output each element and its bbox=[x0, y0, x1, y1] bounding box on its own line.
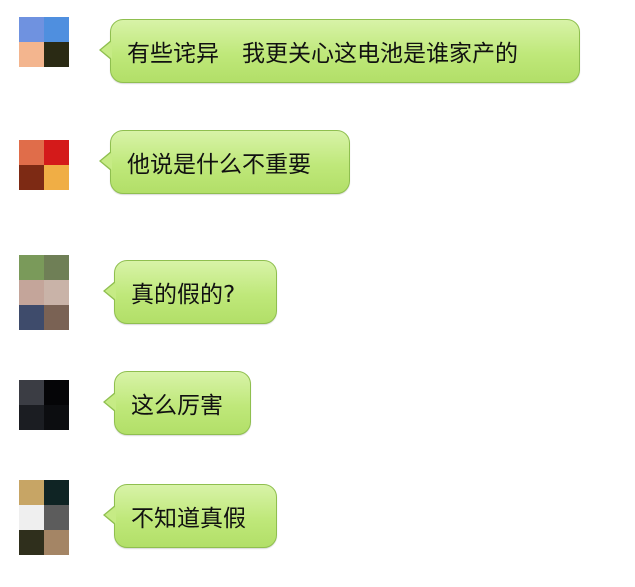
message-bubble[interactable]: 有些诧异 我更关心这电池是谁家产的 bbox=[99, 19, 580, 83]
avatar-pixel bbox=[19, 255, 44, 280]
avatar-pixel bbox=[44, 505, 69, 530]
avatar[interactable] bbox=[19, 480, 69, 555]
avatar[interactable] bbox=[19, 140, 69, 190]
avatar-pixel bbox=[19, 42, 44, 67]
avatar[interactable] bbox=[19, 17, 69, 67]
avatar-pixel bbox=[44, 255, 69, 280]
avatar[interactable] bbox=[19, 255, 69, 330]
avatar-pixel bbox=[19, 505, 44, 530]
avatar-pixel bbox=[44, 530, 69, 555]
avatar-pixel bbox=[44, 480, 69, 505]
avatar-pixel bbox=[19, 165, 44, 190]
avatar-pixel bbox=[19, 405, 44, 430]
avatar-pixel bbox=[19, 305, 44, 330]
avatar-pixel bbox=[19, 530, 44, 555]
message-bubble[interactable]: 这么厉害 bbox=[103, 371, 251, 435]
message-text: 不知道真假 bbox=[131, 506, 246, 532]
avatar-pixel bbox=[19, 480, 44, 505]
avatar-pixel bbox=[44, 165, 69, 190]
avatar-pixel bbox=[44, 305, 69, 330]
message-text: 真的假的? bbox=[131, 282, 236, 308]
avatar-pixel bbox=[19, 380, 44, 405]
avatar-pixel bbox=[19, 140, 44, 165]
avatar-pixel bbox=[19, 17, 44, 42]
message-text: 有些诧异 我更关心这电池是谁家产的 bbox=[127, 41, 518, 67]
avatar[interactable] bbox=[19, 380, 69, 430]
avatar-pixel bbox=[44, 380, 69, 405]
message-text: 他说是什么不重要 bbox=[127, 152, 311, 178]
avatar-pixel bbox=[44, 17, 69, 42]
avatar-pixel bbox=[44, 140, 69, 165]
message-bubble[interactable]: 他说是什么不重要 bbox=[99, 130, 350, 194]
avatar-pixel bbox=[44, 42, 69, 67]
message-bubble[interactable]: 真的假的? bbox=[103, 260, 277, 324]
message-bubble[interactable]: 不知道真假 bbox=[103, 484, 277, 548]
avatar-pixel bbox=[44, 405, 69, 430]
avatar-pixel bbox=[44, 280, 69, 305]
message-text: 这么厉害 bbox=[131, 393, 223, 419]
avatar-pixel bbox=[19, 280, 44, 305]
